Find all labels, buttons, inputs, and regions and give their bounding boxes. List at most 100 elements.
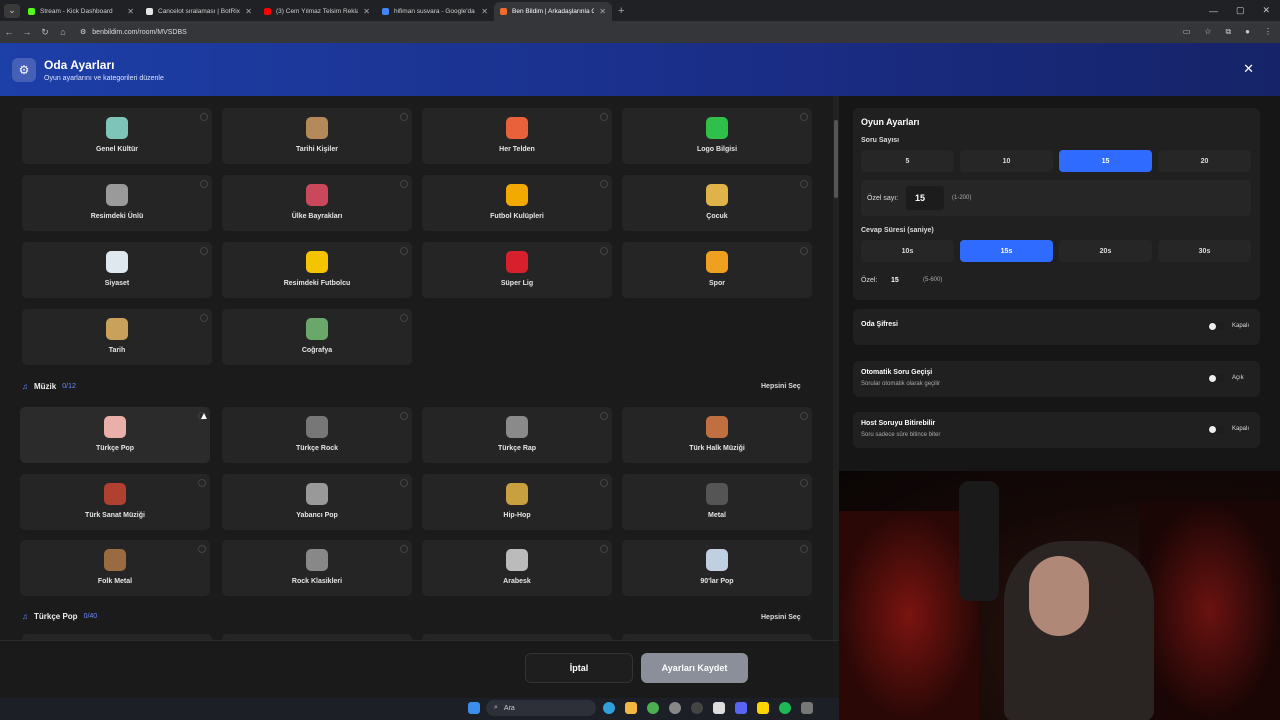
custom-count-input[interactable]: 15 xyxy=(906,186,944,210)
category-card[interactable]: Süper Lig xyxy=(422,242,612,298)
extensions-icon[interactable]: ⧉ xyxy=(1225,27,1231,37)
select-radio[interactable] xyxy=(800,479,808,487)
answer-time-option[interactable]: 10s xyxy=(861,240,954,262)
select-radio[interactable] xyxy=(400,545,408,553)
category-card[interactable]: Resimdeki Futbolcu xyxy=(222,242,412,298)
question-count-option[interactable]: 10 xyxy=(960,150,1053,172)
music-select-all-button[interactable]: Hepsini Seç xyxy=(761,383,801,390)
select-radio[interactable] xyxy=(198,545,206,553)
select-radio[interactable] xyxy=(200,113,208,121)
select-radio[interactable] xyxy=(600,412,608,420)
bookmark-star-icon[interactable]: ☆ xyxy=(1204,27,1211,37)
select-radio[interactable] xyxy=(800,545,808,553)
windows-start-icon[interactable] xyxy=(468,702,480,714)
browser-tab[interactable]: Ben Bildim | Arkadaşlarınla Onli ✕ xyxy=(494,2,612,21)
select-radio[interactable] xyxy=(800,412,808,420)
setting-toggle[interactable] xyxy=(1208,322,1224,331)
category-card[interactable]: Türkçe Rap xyxy=(422,407,612,463)
select-radio[interactable] xyxy=(800,180,808,188)
tab-close-icon[interactable]: ✕ xyxy=(245,7,252,16)
category-card[interactable]: Logo Bilgisi xyxy=(622,108,812,164)
select-radio[interactable] xyxy=(200,247,208,255)
maximize-icon[interactable]: ▢ xyxy=(1236,5,1245,16)
discord-icon[interactable] xyxy=(735,702,747,714)
category-card[interactable]: Arabesk xyxy=(422,540,612,596)
tab-close-icon[interactable]: ✕ xyxy=(481,7,488,16)
obs-icon[interactable] xyxy=(691,702,703,714)
site-info-icon[interactable]: ⚙ xyxy=(80,28,86,36)
scroll-thumb[interactable] xyxy=(834,120,838,198)
setting-toggle[interactable] xyxy=(1208,425,1224,434)
select-radio[interactable] xyxy=(800,247,808,255)
minimize-icon[interactable]: — xyxy=(1209,6,1218,16)
answer-time-option[interactable]: 30s xyxy=(1158,240,1251,262)
select-radio[interactable] xyxy=(600,247,608,255)
select-radio[interactable] xyxy=(600,545,608,553)
browser-tab[interactable]: hifiman susvara - Google'da Ara ✕ xyxy=(376,2,494,21)
select-radio[interactable] xyxy=(400,247,408,255)
select-radio[interactable] xyxy=(400,314,408,322)
category-card[interactable]: Hip-Hop xyxy=(422,474,612,530)
category-card[interactable]: Spor xyxy=(622,242,812,298)
category-card[interactable]: Ülke Bayrakları xyxy=(222,175,412,231)
close-icon[interactable]: ✕ xyxy=(1243,61,1254,77)
select-radio[interactable] xyxy=(400,113,408,121)
answer-time-option[interactable]: 20s xyxy=(1059,240,1152,262)
select-radio[interactable] xyxy=(600,479,608,487)
select-radio[interactable] xyxy=(198,479,206,487)
browser-menu-icon[interactable]: ⋮ xyxy=(1264,27,1272,37)
select-radio[interactable] xyxy=(600,180,608,188)
tab-close-icon[interactable]: ✕ xyxy=(599,7,606,16)
edge-icon[interactable] xyxy=(603,702,615,714)
category-card[interactable]: Türk Halk Müziği xyxy=(622,407,812,463)
tab-menu-button[interactable]: ⌄ xyxy=(4,3,20,18)
category-card[interactable]: Türkçe Rock xyxy=(222,407,412,463)
category-card[interactable]: Resimdeki Ünlü xyxy=(22,175,212,231)
profile-icon[interactable]: ● xyxy=(1245,27,1250,37)
spotify-icon[interactable] xyxy=(779,702,791,714)
category-card[interactable]: Rock Klasikleri xyxy=(222,540,412,596)
select-radio[interactable] xyxy=(400,412,408,420)
back-icon[interactable]: ← xyxy=(0,27,18,37)
cancel-button[interactable]: İptal xyxy=(525,653,633,683)
category-card[interactable]: Tarih xyxy=(22,309,212,365)
select-radio[interactable] xyxy=(400,479,408,487)
browser-tab[interactable]: (3) Cem Yılmaz Telsim Reklamı ✕ xyxy=(258,2,376,21)
select-radio[interactable] xyxy=(200,314,208,322)
category-card[interactable]: Siyaset xyxy=(22,242,212,298)
setting-toggle[interactable] xyxy=(1208,374,1224,383)
category-card[interactable]: 90'lar Pop xyxy=(622,540,812,596)
save-settings-button[interactable]: Ayarları Kaydet xyxy=(641,653,748,683)
taskbar-search[interactable]: ⌕ Ara xyxy=(486,700,596,716)
category-card[interactable]: Coğrafya xyxy=(222,309,412,365)
window-close-icon[interactable]: ✕ xyxy=(1262,5,1270,16)
url-field[interactable]: benbildim.com/room/MVSDBS xyxy=(92,29,187,36)
answer-time-option[interactable]: 15s xyxy=(960,240,1053,262)
settings-app-icon[interactable] xyxy=(669,702,681,714)
browser-tab[interactable]: Cancelot sıralaması | BotRix — ✕ xyxy=(140,2,258,21)
gear-icon[interactable] xyxy=(801,702,813,714)
category-card[interactable]: Her Telden xyxy=(422,108,612,164)
forward-icon[interactable]: → xyxy=(18,27,36,37)
folder-icon[interactable] xyxy=(625,702,637,714)
tab-close-icon[interactable]: ✕ xyxy=(363,7,370,16)
question-count-option[interactable]: 20 xyxy=(1158,150,1251,172)
chrome-icon[interactable] xyxy=(647,702,659,714)
browser-tab[interactable]: Stream - Kick Dashboard ✕ xyxy=(22,2,140,21)
home-icon[interactable]: ⌂ xyxy=(54,27,72,37)
custom-time-input[interactable]: 15 xyxy=(891,277,899,284)
category-card[interactable]: Türk Sanat Müziği xyxy=(20,474,210,530)
select-radio[interactable] xyxy=(400,180,408,188)
category-card[interactable]: Türkçe Pop xyxy=(20,407,210,463)
file-icon[interactable] xyxy=(713,702,725,714)
category-card[interactable]: Çocuk xyxy=(622,175,812,231)
select-radio[interactable] xyxy=(800,113,808,121)
category-card[interactable]: Yabancı Pop xyxy=(222,474,412,530)
reload-icon[interactable]: ↻ xyxy=(36,27,54,38)
notes-icon[interactable] xyxy=(757,702,769,714)
pop-select-all-button[interactable]: Hepsini Seç xyxy=(761,614,801,621)
question-count-option[interactable]: 5 xyxy=(861,150,954,172)
new-tab-button[interactable]: + xyxy=(618,5,624,17)
category-card[interactable]: Metal xyxy=(622,474,812,530)
select-radio[interactable] xyxy=(200,180,208,188)
